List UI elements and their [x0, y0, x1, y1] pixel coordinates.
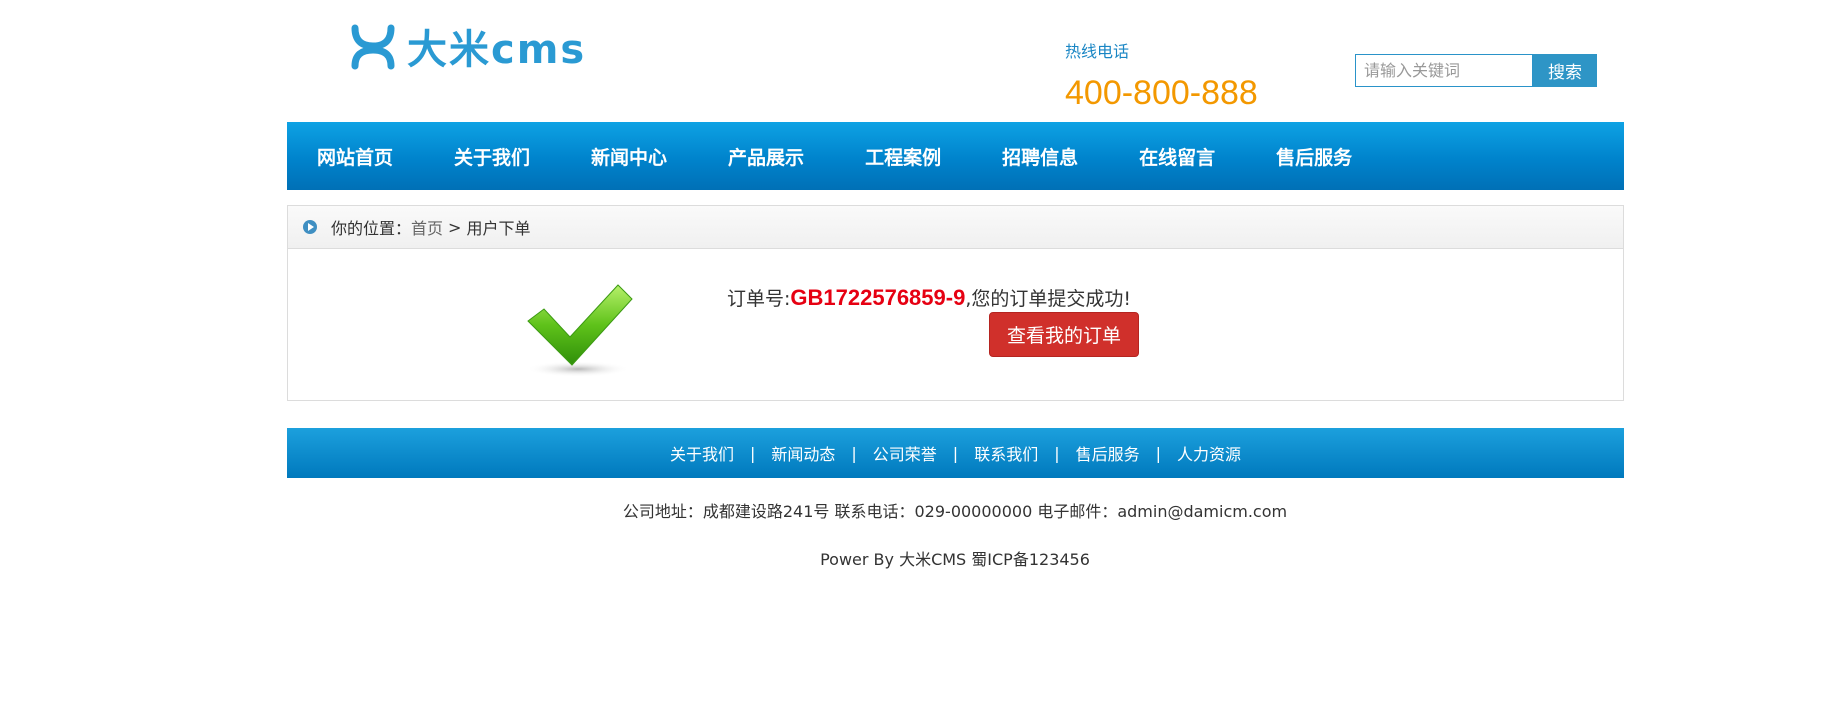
company-address: 公司地址：成都建设路241号 联系电话：029-00000000 电子邮件：ad…: [622, 502, 1288, 521]
order-panel: 你的位置： 首页 > 用户下单 订单号:GB1722576859-9,您的订单提…: [287, 205, 1624, 401]
hotline-label: 热线电话: [1065, 42, 1130, 61]
search-button[interactable]: 搜索: [1533, 54, 1597, 87]
footer-divider: |: [749, 443, 756, 463]
nav-item-cases[interactable]: 工程案例: [865, 143, 941, 170]
footer-divider: |: [952, 443, 959, 463]
order-success-message: ,您的订单提交成功!: [965, 288, 1131, 310]
footer-link-service[interactable]: 售后服务: [1076, 441, 1140, 465]
powered-by: Power By 大米CMS 蜀ICP备123456: [820, 550, 1090, 569]
hotline-number: 400-800-888: [1065, 74, 1258, 112]
order-number: GB1722576859-9: [790, 285, 966, 310]
nav-item-jobs[interactable]: 招聘信息: [1002, 143, 1078, 170]
nav-item-about[interactable]: 关于我们: [454, 143, 530, 170]
breadcrumb-separator: >: [448, 217, 462, 237]
footer-link-honors[interactable]: 公司荣誉: [873, 441, 937, 465]
main-nav: 网站首页 关于我们 新闻中心 产品展示 工程案例 招聘信息 在线留言 售后服务: [287, 122, 1624, 190]
order-confirmation-text: 订单号:GB1722576859-9,您的订单提交成功!: [727, 284, 1131, 311]
logo-text: 大米cms: [407, 27, 587, 73]
success-check-icon: [526, 284, 633, 377]
footer-link-hr[interactable]: 人力资源: [1177, 441, 1241, 465]
nav-item-products[interactable]: 产品展示: [728, 143, 804, 170]
order-label: 订单号:: [727, 288, 791, 310]
footer-divider: |: [851, 443, 857, 463]
breadcrumb-prefix: 你的位置：: [331, 219, 412, 238]
site-logo[interactable]: 大米cms: [349, 22, 586, 73]
footer-divider: |: [1155, 443, 1161, 463]
footer-divider: |: [1054, 443, 1060, 463]
footer-link-news[interactable]: 新闻动态: [771, 441, 835, 465]
nav-item-message[interactable]: 在线留言: [1139, 143, 1215, 170]
footer-links: 关于我们 | 新闻动态 | 公司荣誉 | 联系我们 | 售后服务 | 人力资源: [287, 428, 1624, 478]
breadcrumb-home-link[interactable]: 首页: [411, 215, 443, 239]
search-input[interactable]: [1355, 54, 1533, 87]
view-my-orders-button[interactable]: 查看我的订单: [989, 312, 1139, 357]
nav-item-service[interactable]: 售后服务: [1276, 143, 1352, 170]
footer-link-about[interactable]: 关于我们: [670, 441, 734, 465]
breadcrumb-current: 用户下单: [466, 219, 531, 238]
arrow-circle-icon: [303, 220, 317, 234]
breadcrumb: 你的位置： 首页 > 用户下单: [288, 206, 1623, 249]
nav-item-news[interactable]: 新闻中心: [591, 143, 667, 170]
nav-item-home[interactable]: 网站首页: [317, 143, 393, 170]
logo-icon: [351, 24, 395, 70]
footer-link-contact[interactable]: 联系我们: [974, 441, 1038, 465]
